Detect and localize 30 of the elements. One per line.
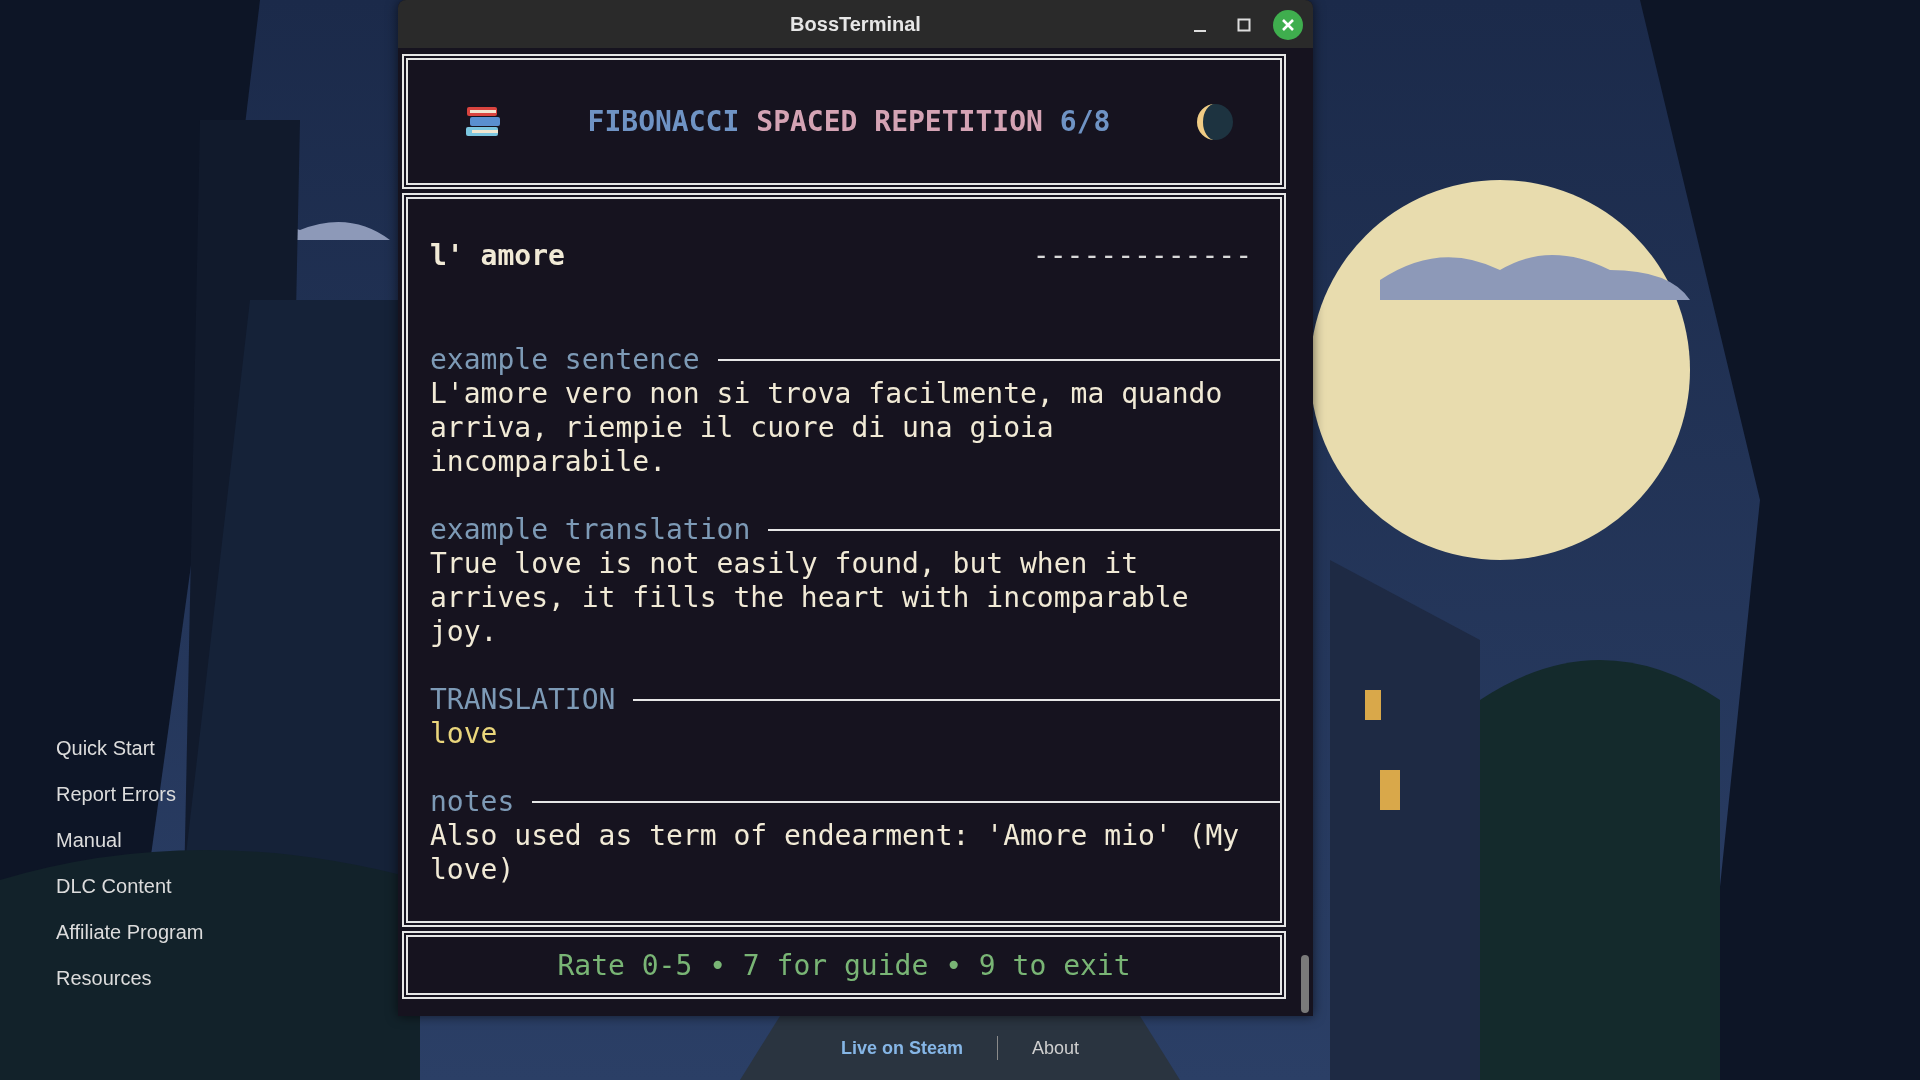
sidebar-link[interactable]: Resources bbox=[56, 955, 152, 1001]
sidebar-link[interactable]: Manual bbox=[56, 817, 122, 863]
moon-icon bbox=[1196, 102, 1234, 141]
footer-link[interactable]: Live on Steam bbox=[806, 1037, 997, 1059]
answer-text: love bbox=[430, 717, 499, 751]
section-heading: example translation bbox=[430, 513, 751, 547]
sidebar-link[interactable]: Affiliate Program bbox=[56, 909, 204, 955]
term-text: l' amore bbox=[430, 239, 565, 273]
section-text: True love is not easily found, but when it arrives, it fills the heart with incomparable joy. bbox=[430, 547, 1190, 649]
sidebar-link[interactable]: DLC Content bbox=[56, 863, 172, 909]
close-icon bbox=[1281, 18, 1295, 32]
hint-text: Rate 0-5 • 7 for guide • 9 to exit bbox=[557, 948, 1131, 982]
scrollbar-thumb[interactable] bbox=[1301, 955, 1309, 1013]
close-button[interactable] bbox=[1273, 10, 1303, 40]
title-text: 6/8 bbox=[1059, 105, 1111, 138]
window-title: BossTerminal bbox=[790, 12, 921, 36]
sidebar-link[interactable]: Quick Start bbox=[56, 725, 155, 771]
footer-link[interactable]: About bbox=[998, 1037, 1114, 1059]
sidebar-link[interactable]: Report Errors bbox=[56, 771, 177, 817]
title-text: FIBONACCI bbox=[587, 105, 740, 138]
maximize-icon bbox=[1237, 18, 1251, 32]
section-heading: notes bbox=[430, 785, 515, 819]
section-text: L'amore vero non si trova facilmente, ma quando arriva, riempie il cuore di una gioia incomparabile. bbox=[430, 377, 1224, 479]
section-heading: example sentence bbox=[430, 343, 700, 377]
answer-mask: ------------- bbox=[1032, 239, 1252, 273]
title-text: SPACED REPETITION bbox=[756, 105, 1043, 138]
section-heading: TRANSLATION bbox=[430, 683, 616, 717]
minimize-icon bbox=[1194, 30, 1206, 32]
books-icon bbox=[464, 104, 502, 139]
section-text: Also used as term of endearment: 'Amore mio' (My love) bbox=[430, 819, 1241, 887]
